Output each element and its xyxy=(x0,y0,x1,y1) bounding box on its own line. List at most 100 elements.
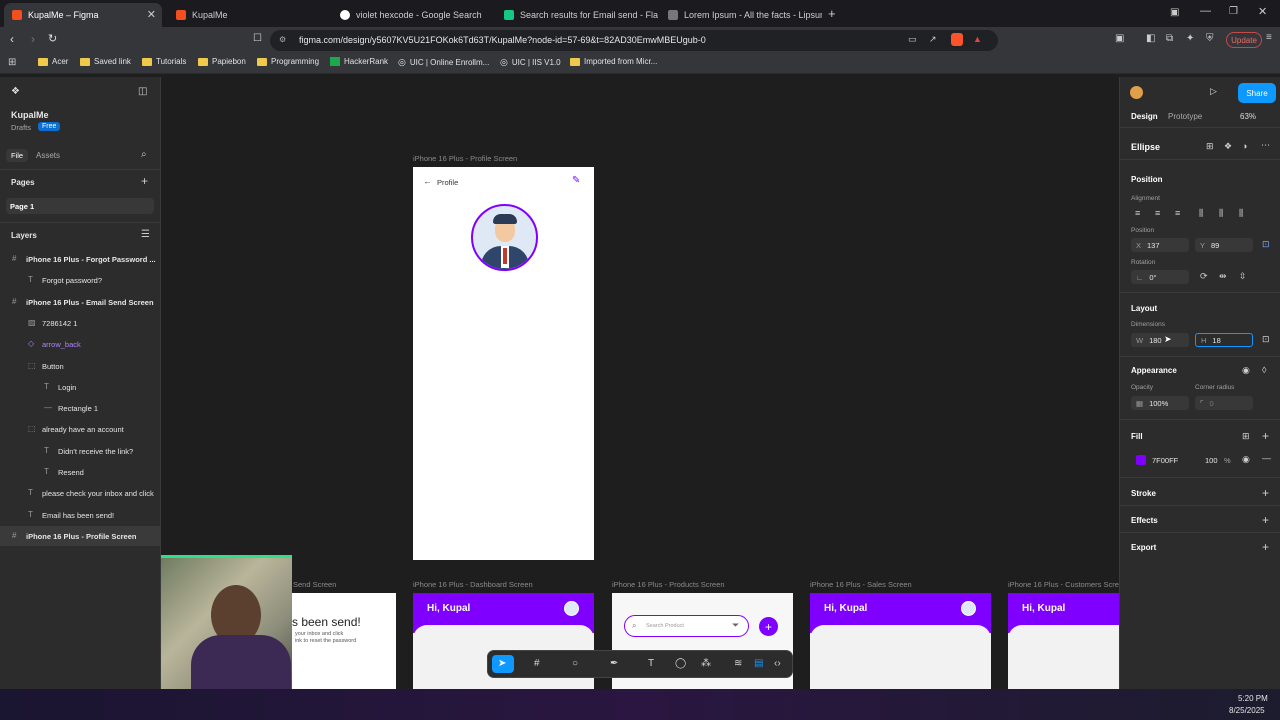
align-top-icon[interactable]: ⫼ xyxy=(1199,208,1203,219)
leo-ai-icon[interactable]: ✦ xyxy=(1186,33,1194,44)
frame-label-send[interactable]: Send Screen xyxy=(293,580,336,589)
close-window-icon[interactable]: ✕ xyxy=(1258,5,1267,18)
panel-toggle-icon[interactable]: ◫ xyxy=(138,86,147,97)
layer-item[interactable]: T Email has been send! xyxy=(0,505,160,525)
project-name[interactable]: KupalMe xyxy=(11,110,49,120)
layer-item[interactable]: ⬚ Button xyxy=(0,356,160,376)
brave-shield-icon[interactable] xyxy=(951,33,963,46)
layer-item[interactable]: ⬚ already have an account xyxy=(0,419,160,439)
vpn-icon[interactable]: ⛨ xyxy=(1206,33,1214,44)
bookmark-papiebon[interactable]: Papiebon xyxy=(198,57,246,66)
present-icon[interactable]: ▷ xyxy=(1210,86,1217,97)
flip-vertical-icon[interactable]: ⇳ xyxy=(1239,271,1247,282)
tab-assets[interactable]: Assets xyxy=(36,151,60,160)
tab-prototype[interactable]: Prototype xyxy=(1168,112,1202,121)
mask-icon[interactable]: ◑ xyxy=(1242,141,1247,151)
bookmark-tutorials[interactable]: Tutorials xyxy=(142,57,186,66)
frame-profile-screen[interactable]: ← Profile ✎ xyxy=(413,167,594,560)
fill-opacity-value[interactable]: 100 xyxy=(1205,456,1218,465)
clock-time[interactable]: 5:20 PM xyxy=(1238,694,1268,703)
bookmark-uic-iis[interactable]: ◎ UIC | IIS V1.0 xyxy=(500,57,561,68)
filter-icon[interactable]: ⏷ xyxy=(732,620,739,631)
close-tab-icon[interactable]: ✕ xyxy=(147,8,156,21)
align-bottom-icon[interactable]: ⫼ xyxy=(1239,208,1243,219)
tab-kupalme[interactable]: KupalMe xyxy=(168,3,330,27)
forward-icon[interactable]: › xyxy=(31,32,35,46)
tab-lipsum[interactable]: Lorem Ipsum - All the facts - Lipsum xyxy=(660,3,822,27)
tab-flaticon[interactable]: Search results for Email send - Flatic xyxy=(496,3,658,27)
bookmark-saved-link[interactable]: Saved link xyxy=(80,57,131,66)
frame-label-products[interactable]: iPhone 16 Plus - Products Screen xyxy=(612,580,725,589)
page-item-page-1[interactable]: Page 1 xyxy=(6,198,154,214)
drafts-label[interactable]: Drafts xyxy=(11,123,31,132)
add-effect-icon[interactable]: + xyxy=(1262,513,1269,527)
actions-tool-icon[interactable]: ⁂ xyxy=(701,658,711,669)
tab-design[interactable]: Design xyxy=(1131,112,1158,121)
design-canvas[interactable]: iPhone 16 Plus - Profile Screen ← Profil… xyxy=(161,77,1119,689)
pen-tool-icon[interactable]: ✒ xyxy=(610,658,618,669)
fill-visibility-icon[interactable]: ◉ xyxy=(1242,454,1250,465)
align-right-icon[interactable]: ≡ xyxy=(1175,208,1180,218)
frame-label-customers[interactable]: iPhone 16 Plus - Customers Scre xyxy=(1008,580,1119,589)
blend-mode-icon[interactable]: ◊ xyxy=(1262,365,1266,375)
constraints-icon[interactable]: ⊡ xyxy=(1262,239,1270,250)
avatar[interactable] xyxy=(471,204,538,271)
back-icon[interactable]: ‹ xyxy=(10,32,14,46)
menu-icon[interactable]: ≡ xyxy=(1266,32,1272,43)
url-text[interactable]: figma.com/design/y5607KV5U21FOKok6Td63T/… xyxy=(299,35,706,45)
install-icon[interactable]: ▭ xyxy=(908,34,917,45)
layer-item[interactable]: — Rectangle 1 xyxy=(0,398,160,418)
layer-item[interactable]: # iPhone 16 Plus - Profile Screen xyxy=(0,525,160,546)
layer-item[interactable]: T Login xyxy=(0,377,160,397)
figma-menu-icon[interactable]: ❖ xyxy=(11,86,20,97)
extensions-icon[interactable]: ⧉ xyxy=(1166,33,1173,44)
layer-item[interactable]: ◇ arrow_back xyxy=(0,334,160,354)
y-input[interactable]: Y 89 xyxy=(1195,238,1253,252)
design-mode-icon[interactable]: ▤ xyxy=(754,658,763,669)
bookmark-acer[interactable]: Acer xyxy=(38,57,68,66)
url-bar[interactable]: ⚙ figma.com/design/y5607KV5U21FOKok6Td63… xyxy=(270,30,998,51)
layer-item[interactable]: ▨ 7286142 1 xyxy=(0,313,160,333)
remove-fill-icon[interactable]: — xyxy=(1262,453,1271,463)
bookmark-programming[interactable]: Programming xyxy=(257,57,319,66)
dev-mode-icon[interactable]: ‹› xyxy=(774,658,781,669)
layer-item[interactable]: Tplease check your inbox and click xyxy=(0,483,160,503)
add-fill-icon[interactable]: + xyxy=(1262,429,1269,443)
more-options-icon[interactable]: ⋯ xyxy=(1261,140,1270,151)
edit-icon[interactable]: ✎ xyxy=(572,175,580,186)
align-middle-v-icon[interactable]: ⫼ xyxy=(1219,208,1223,219)
layer-item[interactable]: # iPhone 16 Plus - Email Send Screen xyxy=(0,292,160,312)
bookmark-icon[interactable]: ☐ xyxy=(253,33,262,44)
styles-icon[interactable]: ⊞ xyxy=(1242,431,1250,442)
ellipse-tool-icon[interactable]: ○ xyxy=(572,658,578,669)
text-tool-icon[interactable]: T xyxy=(648,658,654,669)
frame-email-send[interactable]: s been send! your inbox and click ink to… xyxy=(292,593,396,689)
bookmark-imported[interactable]: Imported from Micr... xyxy=(570,57,657,66)
rotation-input[interactable]: ∟ 0° xyxy=(1131,270,1189,284)
arrow-back-icon[interactable]: ← xyxy=(423,176,432,186)
clock-date[interactable]: 8/25/2025 xyxy=(1229,706,1265,715)
share-page-icon[interactable]: ↗ xyxy=(929,34,937,45)
layer-item[interactable]: T Resend xyxy=(0,462,160,482)
frame-customers[interactable]: Hi, Kupal xyxy=(1008,593,1119,689)
maximize-icon[interactable]: ❐ xyxy=(1229,6,1238,17)
new-tab-icon[interactable]: + xyxy=(828,6,836,21)
frame-label-dashboard[interactable]: iPhone 16 Plus - Dashboard Screen xyxy=(413,580,533,589)
flip-horizontal-icon[interactable]: ⇹ xyxy=(1219,271,1227,282)
update-button[interactable]: Update xyxy=(1226,32,1262,48)
corner-radius-input[interactable]: ⌜ 0 xyxy=(1195,396,1253,410)
resize-icon[interactable]: ⊡ xyxy=(1262,334,1270,345)
share-button[interactable]: Share xyxy=(1238,83,1276,103)
frame-label-profile[interactable]: iPhone 16 Plus - Profile Screen xyxy=(413,154,517,163)
draw-mode-icon[interactable]: ≋ xyxy=(734,658,742,669)
create-component-icon[interactable]: ❖ xyxy=(1224,141,1232,152)
layer-item[interactable]: # iPhone 16 Plus - Forgot Password ... xyxy=(0,249,160,269)
frame-tool-icon[interactable]: # xyxy=(534,658,540,669)
brave-rewards-icon[interactable]: ▲ xyxy=(973,34,982,44)
visibility-icon[interactable]: ◉ xyxy=(1242,365,1250,376)
minimize-icon[interactable]: — xyxy=(1200,5,1211,17)
align-left-icon[interactable]: ≡ xyxy=(1135,208,1140,218)
tab-google-search[interactable]: violet hexcode - Google Search xyxy=(332,3,494,27)
width-input[interactable]: W 180 xyxy=(1131,333,1189,347)
bookmark-uic-enrollment[interactable]: ◎ UIC | Online Enrollm... xyxy=(398,57,489,68)
